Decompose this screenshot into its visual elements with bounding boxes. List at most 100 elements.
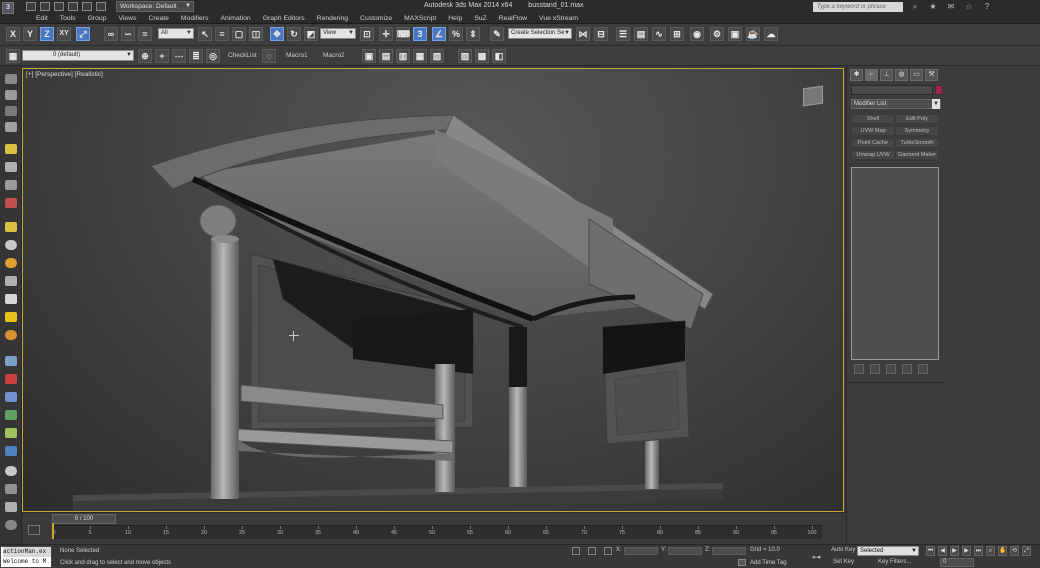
modifier-button-turbosmooth[interactable]: TurboSmooth bbox=[895, 138, 939, 148]
container-open-icon[interactable]: ▤ bbox=[379, 49, 393, 63]
macro2-button[interactable]: Macro2 bbox=[323, 52, 345, 59]
dotted-circle-icon[interactable]: ◌ bbox=[262, 49, 276, 63]
absolute-mode-icon[interactable] bbox=[604, 547, 612, 555]
container-icon[interactable]: ▣ bbox=[362, 49, 376, 63]
set-current-layer-icon[interactable]: ≣ bbox=[189, 49, 203, 63]
target-icon[interactable]: ◎ bbox=[206, 49, 220, 63]
macro1-button[interactable]: Macro1 bbox=[286, 52, 308, 59]
open-file-icon[interactable] bbox=[40, 2, 50, 11]
axis-z-button[interactable]: Z bbox=[40, 27, 54, 41]
layers-icon[interactable]: ▦ bbox=[6, 49, 20, 63]
object-name-field[interactable] bbox=[851, 85, 933, 95]
next-frame-icon[interactable]: ▶ bbox=[962, 546, 971, 556]
select-object-icon[interactable]: ↖ bbox=[198, 27, 212, 41]
container-lock-icon[interactable]: ▦ bbox=[413, 49, 427, 63]
modifier-button-point-cache[interactable]: Point Cache bbox=[851, 138, 895, 148]
go-to-start-icon[interactable]: ⏮ bbox=[926, 546, 935, 556]
pivot-center-icon[interactable]: ⊡ bbox=[360, 27, 374, 41]
helper-icon[interactable] bbox=[5, 180, 17, 190]
search-icon[interactable]: ⌕ bbox=[910, 2, 920, 11]
menu-tools[interactable]: Tools bbox=[54, 14, 82, 23]
brush-preset3-icon[interactable]: ◧ bbox=[492, 49, 506, 63]
make-unique-icon[interactable] bbox=[886, 364, 896, 374]
settings-round-icon[interactable] bbox=[5, 520, 17, 530]
project-folder-icon[interactable] bbox=[96, 2, 106, 11]
axis-constraint-icon[interactable]: ⤢ bbox=[76, 27, 90, 41]
favorites-icon[interactable]: ☆ bbox=[964, 2, 974, 11]
grid-array-icon[interactable] bbox=[5, 484, 17, 494]
modifier-list-dropdown[interactable]: Modifier List ▼ bbox=[851, 99, 941, 109]
angle-snap-icon[interactable]: ∠ bbox=[432, 27, 446, 41]
edit-named-selection-icon[interactable]: ✎ bbox=[490, 27, 504, 41]
teapot-icon[interactable] bbox=[5, 330, 17, 340]
menu-animation[interactable]: Animation bbox=[214, 14, 256, 23]
select-and-scale-icon[interactable]: ◩ bbox=[304, 27, 318, 41]
motion-tab-icon[interactable]: ◍ bbox=[895, 69, 908, 81]
select-and-manipulate-icon[interactable]: ✛ bbox=[379, 27, 393, 41]
select-in-layer-icon[interactable]: ⋯ bbox=[172, 49, 186, 63]
subscription-icon[interactable]: ★ bbox=[928, 2, 938, 11]
light-sphere-icon[interactable] bbox=[5, 466, 17, 476]
axis-xy-button[interactable]: XY bbox=[57, 27, 71, 41]
schematic-view-icon[interactable]: ⊞ bbox=[670, 27, 684, 41]
remove-modifier-icon[interactable] bbox=[902, 364, 912, 374]
document-icon[interactable] bbox=[5, 502, 17, 512]
layer-manager-icon[interactable]: ☰ bbox=[616, 27, 630, 41]
y-coordinate-field[interactable] bbox=[668, 547, 702, 555]
communication-icon[interactable]: ✉ bbox=[946, 2, 956, 11]
sphere-icon[interactable] bbox=[5, 240, 17, 250]
brush-preset2-icon[interactable]: ▩ bbox=[475, 49, 489, 63]
undo-icon[interactable] bbox=[68, 2, 78, 11]
modifier-button-uvw-map[interactable]: UVW Map bbox=[851, 126, 895, 136]
play-icon[interactable]: ▶ bbox=[950, 546, 959, 556]
render-setup-icon[interactable]: ⚙ bbox=[710, 27, 724, 41]
key-filters-button[interactable]: Key Filters... bbox=[878, 559, 911, 565]
auto-key-button[interactable]: Auto Key bbox=[831, 547, 855, 553]
menu-maxscript[interactable]: MAXScript bbox=[398, 14, 442, 23]
render-iterative-icon[interactable]: ☁ bbox=[764, 27, 778, 41]
object-color-swatch[interactable] bbox=[935, 85, 943, 95]
perspective-viewport[interactable]: [+] [Perspective] [Realistic] bbox=[22, 68, 844, 512]
menu-realflow[interactable]: RealFlow bbox=[493, 14, 533, 23]
rectangle-selection-icon[interactable]: ▢ bbox=[232, 27, 246, 41]
box-icon[interactable] bbox=[5, 74, 17, 84]
graphite-ribbon-icon[interactable]: ▤ bbox=[634, 27, 648, 41]
key-mode-dropdown[interactable]: Selected ▼ bbox=[857, 546, 919, 556]
menu-suz[interactable]: SuZ bbox=[468, 14, 492, 23]
container-close-icon[interactable]: ▥ bbox=[396, 49, 410, 63]
selection-filter-dropdown[interactable]: All ▼ bbox=[158, 28, 194, 39]
render-production-icon[interactable]: ☕ bbox=[746, 27, 760, 41]
sun-icon[interactable] bbox=[5, 222, 17, 232]
modifier-button-edit-poly[interactable]: Edit Poly bbox=[895, 114, 939, 124]
modifier-button-shell[interactable]: Shell bbox=[851, 114, 895, 124]
keyboard-shortcut-override-icon[interactable]: ⌨ bbox=[396, 27, 410, 41]
go-to-end-icon[interactable]: ⏭ bbox=[974, 546, 983, 556]
help-icon[interactable]: ? bbox=[982, 2, 992, 11]
skylight-icon[interactable] bbox=[5, 312, 17, 322]
hierarchy-tab-icon[interactable]: ⊥ bbox=[880, 69, 893, 81]
modifier-icon[interactable] bbox=[5, 356, 17, 366]
select-and-move-icon[interactable]: ✥ bbox=[270, 27, 284, 41]
align-icon[interactable]: ⊟ bbox=[594, 27, 608, 41]
app-menu-button[interactable]: 3 bbox=[2, 2, 14, 14]
mirror-icon[interactable]: ⋈ bbox=[576, 27, 590, 41]
current-frame-marker[interactable] bbox=[52, 523, 54, 539]
orbit-icon[interactable]: ⟲ bbox=[1010, 546, 1019, 556]
selection-lock-icon[interactable] bbox=[588, 547, 596, 555]
plane-icon[interactable] bbox=[5, 122, 17, 132]
previous-frame-icon[interactable]: ◀ bbox=[938, 546, 947, 556]
pan-icon[interactable]: ✋ bbox=[998, 546, 1007, 556]
reference-coordinate-dropdown[interactable]: View ▼ bbox=[320, 28, 356, 39]
foliage-icon[interactable] bbox=[5, 410, 17, 420]
modifier-button-unwrap-uvw[interactable]: Unwrap UVW bbox=[851, 150, 895, 160]
workspace-dropdown[interactable]: Workspace: Default ▼ bbox=[116, 1, 194, 12]
new-file-icon[interactable] bbox=[26, 2, 36, 11]
light-icon[interactable] bbox=[5, 144, 17, 154]
particle-icon[interactable] bbox=[5, 392, 17, 402]
utilities-tab-icon[interactable]: ⚒ bbox=[925, 69, 938, 81]
layer-dropdown[interactable]: 0 (default) ▼ bbox=[22, 50, 134, 61]
checklist-button[interactable]: CheckList bbox=[228, 52, 257, 59]
isolate-selection-icon[interactable] bbox=[572, 547, 580, 555]
link-icon[interactable]: ∞ bbox=[104, 27, 118, 41]
unlink-icon[interactable]: ∽ bbox=[121, 27, 135, 41]
